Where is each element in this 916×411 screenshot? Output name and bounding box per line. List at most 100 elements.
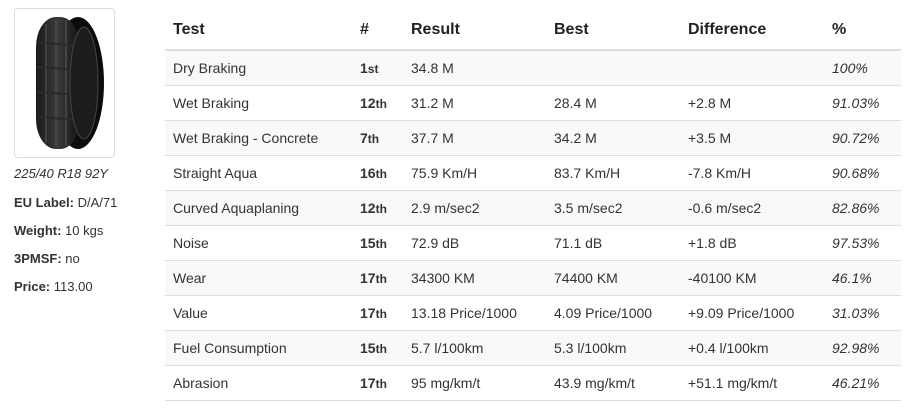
result-cell: 2.9 m/sec2 (403, 189, 546, 225)
header-best[interactable]: Best (546, 10, 680, 51)
test-name-cell: Straight Aqua (165, 154, 355, 190)
rank-suffix: th (375, 271, 387, 286)
result-cell: 13.18 Price/1000 (403, 294, 546, 330)
difference-cell: +0.4 l/100km (680, 329, 824, 365)
difference-cell: +9.09 Price/1000 (680, 294, 824, 330)
price-key: Price: (14, 279, 51, 294)
percent-cell: 90.72% (824, 119, 901, 155)
table-row: Value 17th 13.18 Price/1000 4.09 Price/1000… (165, 294, 901, 330)
test-name-cell: Curved Aquaplaning (165, 189, 355, 225)
table-header-row: Test # Result Best Difference % (165, 10, 901, 51)
tyre-image[interactable] (14, 8, 115, 158)
rank-cell: 15th (355, 329, 403, 365)
header-test[interactable]: Test (165, 10, 355, 51)
result-cell: 31.2 M (403, 84, 546, 120)
rank-number: 1 (360, 59, 368, 76)
rank-number: 16 (360, 164, 376, 181)
eu-label-value: D/A/71 (77, 195, 118, 210)
percent-cell: 91.03% (824, 84, 901, 120)
test-results-table: Test # Result Best Difference % Dry Brak… (165, 10, 901, 401)
rank-cell: 12th (355, 189, 403, 225)
price: Price: 113.00 (14, 279, 93, 294)
tyre-icon (35, 17, 104, 149)
test-name-cell: Wet Braking - Concrete (165, 119, 355, 155)
rank-cell: 1st (355, 49, 403, 85)
difference-cell (680, 49, 824, 85)
rank-number: 7 (360, 129, 368, 146)
percent-cell: 100% (824, 49, 901, 85)
header-percent[interactable]: % (824, 10, 901, 51)
result-cell: 95 mg/km/t (403, 364, 546, 401)
table-row: Wet Braking - Concrete 7th 37.7 M 34.2 M +3.… (165, 119, 901, 155)
test-name-cell: Wet Braking (165, 84, 355, 120)
test-results-table-wrap: Test # Result Best Difference % Dry Brak… (165, 10, 901, 401)
table-row: Wear 17th 34300 KM 74400 KM -40100 KM 46.1% (165, 259, 901, 295)
difference-cell: -40100 KM (680, 259, 824, 295)
rank-cell: 17th (355, 294, 403, 330)
header-result[interactable]: Result (403, 10, 546, 51)
threepmsf-value: no (65, 251, 80, 266)
rank-number: 17 (360, 304, 376, 321)
best-cell: 5.3 l/100km (546, 329, 680, 365)
rank-number: 15 (360, 234, 376, 251)
best-cell: 34.2 M (546, 119, 680, 155)
rank-suffix: th (375, 306, 387, 321)
tyre-info-panel: 225/40 R18 92Y EU Label: D/A/71 Weight: … (0, 0, 158, 411)
weight-value: 10 kgs (65, 223, 104, 238)
rank-cell: 17th (355, 259, 403, 295)
result-cell: 34300 KM (403, 259, 546, 295)
rank-suffix: th (375, 166, 387, 181)
result-cell: 75.9 Km/H (403, 154, 546, 190)
rank-cell: 7th (355, 119, 403, 155)
best-cell: 4.09 Price/1000 (546, 294, 680, 330)
rank-cell: 17th (355, 364, 403, 401)
threepmsf-key: 3PMSF: (14, 251, 62, 266)
header-difference[interactable]: Difference (680, 10, 824, 51)
rank-suffix: th (375, 376, 387, 391)
percent-cell: 90.68% (824, 154, 901, 190)
table-row: Abrasion 17th 95 mg/km/t 43.9 mg/km/t +51.1 … (165, 364, 901, 401)
percent-cell: 82.86% (824, 189, 901, 225)
difference-cell: -7.8 Km/H (680, 154, 824, 190)
difference-cell: -0.6 m/sec2 (680, 189, 824, 225)
result-cell: 34.8 M (403, 49, 546, 85)
test-name-cell: Abrasion (165, 364, 355, 401)
rank-suffix: th (375, 341, 387, 356)
best-cell: 83.7 Km/H (546, 154, 680, 190)
rank-number: 17 (360, 374, 376, 391)
test-name-cell: Noise (165, 224, 355, 260)
rank-suffix: th (375, 236, 387, 251)
weight-key: Weight: (14, 223, 62, 238)
best-cell: 28.4 M (546, 84, 680, 120)
table-row: Curved Aquaplaning 12th 2.9 m/sec2 3.5 m/se… (165, 189, 901, 225)
test-name-cell: Value (165, 294, 355, 330)
percent-cell: 92.98% (824, 329, 901, 365)
percent-cell: 31.03% (824, 294, 901, 330)
header-rank[interactable]: # (355, 10, 403, 51)
table-row: Straight Aqua 16th 75.9 Km/H 83.7 Km/H -7.8 … (165, 154, 901, 190)
best-cell (546, 49, 680, 85)
rank-cell: 15th (355, 224, 403, 260)
price-value: 113.00 (53, 279, 93, 294)
table-row: Noise 15th 72.9 dB 71.1 dB +1.8 dB 97.53% (165, 224, 901, 260)
test-name-cell: Fuel Consumption (165, 329, 355, 365)
difference-cell: +51.1 mg/km/t (680, 364, 824, 401)
rank-cell: 16th (355, 154, 403, 190)
best-cell: 43.9 mg/km/t (546, 364, 680, 401)
best-cell: 3.5 m/sec2 (546, 189, 680, 225)
rank-cell: 12th (355, 84, 403, 120)
result-cell: 5.7 l/100km (403, 329, 546, 365)
best-cell: 71.1 dB (546, 224, 680, 260)
difference-cell: +2.8 M (680, 84, 824, 120)
table-row: Fuel Consumption 15th 5.7 l/100km 5.3 l/100… (165, 329, 901, 365)
rank-number: 17 (360, 269, 376, 286)
result-cell: 37.7 M (403, 119, 546, 155)
rank-suffix: th (367, 131, 380, 146)
rank-suffix: st (367, 61, 379, 76)
result-cell: 72.9 dB (403, 224, 546, 260)
test-name-cell: Dry Braking (165, 49, 355, 85)
rank-suffix: th (375, 201, 387, 216)
difference-cell: +1.8 dB (680, 224, 824, 260)
percent-cell: 46.21% (824, 364, 901, 401)
eu-label-key: EU Label: (14, 195, 74, 210)
